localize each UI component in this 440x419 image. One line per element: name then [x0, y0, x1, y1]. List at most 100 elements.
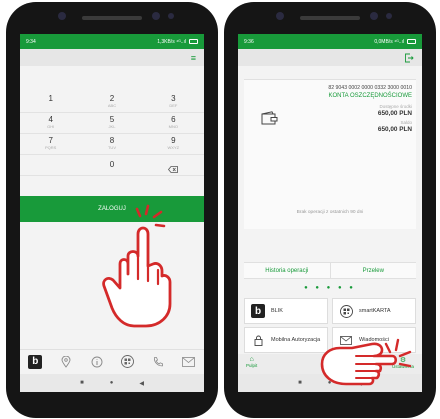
system-navigation: ■ ● ◀ [238, 374, 422, 392]
available-funds-label: Dostępne środki [379, 104, 412, 109]
nav-settings[interactable]: ⚙ Ustawienia [392, 356, 414, 369]
info-icon[interactable] [89, 354, 105, 370]
logout-icon[interactable] [404, 53, 414, 63]
key-letters: TUV [107, 145, 116, 150]
tile-label: Mobilna Autoryzacja [271, 337, 321, 343]
key-letters: GHI [47, 124, 55, 129]
key-digit: 8 [109, 136, 115, 145]
key-2[interactable]: 2 ABC [81, 92, 142, 112]
key-digit: 9 [171, 136, 176, 145]
key-0[interactable]: 0 [81, 155, 142, 175]
nav-label: Ustawienia [391, 364, 414, 369]
key-8[interactable]: 8 TUV [81, 134, 142, 154]
status-bar: 9:34 1,3KB/s ⁴ᴳ..ıl [20, 34, 204, 49]
status-time: 9:34 [26, 38, 36, 45]
account-actions: Historia operacji Przelew [244, 262, 416, 279]
key-5[interactable]: 5 JKL [81, 113, 142, 133]
front-camera [276, 12, 284, 20]
login-button[interactable]: ZALOGUJ [20, 196, 204, 222]
key-digit: 0 [109, 160, 115, 169]
keypad-row: 1 2 ABC 3 DEF [20, 92, 204, 113]
key-6[interactable]: 6 MNO [143, 113, 204, 133]
key-digit: 1 [48, 94, 53, 103]
key-digit: 6 [171, 115, 176, 124]
key-1[interactable]: 1 [20, 92, 81, 112]
key-digit: 4 [48, 115, 53, 124]
menu-icon[interactable]: ≡ [191, 53, 196, 63]
key-letters: WXYZ [167, 145, 180, 150]
key-digit: 3 [171, 94, 176, 103]
recent-apps-icon[interactable]: ■ [80, 380, 84, 386]
recent-apps-icon[interactable]: ■ [298, 380, 302, 386]
keypad-row: 0 [20, 155, 204, 176]
earpiece [300, 16, 360, 20]
sensor [386, 13, 392, 19]
system-navigation: ■ ● ◀ [20, 374, 204, 392]
nav-home[interactable]: ⌂ Pulpit [246, 356, 257, 368]
blik-tile[interactable]: b BLIK [244, 298, 328, 324]
earpiece [82, 16, 142, 20]
no-operations-text: Brak operacji z ostatnich 90 dni [296, 210, 364, 215]
tile-label: BLIK [271, 308, 283, 314]
qr-icon[interactable] [119, 354, 135, 370]
network-status: 1,3KB/s ⁴ᴳ..ıl [157, 38, 186, 45]
home-icon[interactable]: ● [328, 380, 332, 386]
pager-dots: ● ● ● ● ● [304, 285, 356, 291]
wallet-icon [261, 111, 278, 125]
gear-icon: ⚙ [399, 357, 407, 364]
blik-icon[interactable]: b [27, 354, 43, 370]
location-icon[interactable] [58, 354, 74, 370]
sensor [152, 12, 160, 20]
tab-transfer[interactable]: Przelew [329, 263, 417, 278]
key-3[interactable]: 3 DEF [143, 92, 204, 112]
account-name: KONTA OSZCZĘDNOŚCIOWE [328, 93, 412, 99]
login-screen: 9:34 1,3KB/s ⁴ᴳ..ıl ≡ 1 2 ABC 3 DEF 4 GHI 5… [20, 34, 204, 392]
mail-icon [339, 333, 353, 347]
key-letters: ABC [107, 103, 117, 108]
keypad-row: 4 GHI 5 JKL 6 MNO [20, 113, 204, 134]
backspace-button[interactable] [143, 155, 204, 175]
tile-label: Wiadomości [359, 337, 389, 343]
qr-icon [339, 304, 353, 318]
mobile-auth-tile[interactable]: Mobilna Autoryzacja [244, 327, 328, 353]
back-icon[interactable]: ◀ [357, 380, 362, 387]
status-time: 9:36 [244, 38, 254, 45]
key-letters: MNO [168, 124, 178, 129]
pin-keypad: 1 2 ABC 3 DEF 4 GHI 5 JKL 6 MNO 7 PQRS 8 TUV 9W… [20, 92, 204, 176]
back-icon[interactable]: ◀ [139, 380, 144, 387]
account-number: 82 9043 0002 0000 0332 3000 0010 [328, 85, 412, 91]
battery-icon [189, 39, 198, 44]
dashboard-screen: 9:36 0,0MB/s ⁴ᴳ..ıl 82 9043 0002 0000 03… [238, 34, 422, 392]
account-card[interactable]: 82 9043 0002 0000 0332 3000 0010 KONTA O… [244, 79, 416, 229]
mail-icon[interactable] [181, 354, 197, 370]
phone-icon[interactable] [150, 354, 166, 370]
key-9[interactable]: 9 WXYZ [143, 134, 204, 154]
key-digit: 7 [48, 136, 53, 145]
key-7[interactable]: 7 PQRS [20, 134, 81, 154]
key-letters: PQRS [44, 145, 57, 150]
smartkarta-tile[interactable]: smartKARTA [332, 298, 416, 324]
nav-label: Pulpit [246, 363, 258, 368]
tap-hand-illustration [102, 204, 172, 328]
app-topbar: ≡ [20, 49, 204, 66]
key-letters: JKL [108, 124, 116, 129]
key-digit: 2 [109, 94, 115, 103]
battery-icon [407, 39, 416, 44]
phone-right: 9:36 0,0MB/s ⁴ᴳ..ıl 82 9043 0002 0000 03… [224, 2, 436, 418]
status-bar: 9:36 0,0MB/s ⁴ᴳ..ıl [238, 34, 422, 49]
sensor [370, 12, 378, 20]
home-icon[interactable]: ● [110, 380, 114, 386]
front-camera [58, 12, 66, 20]
home-icon: ⌂ [249, 356, 254, 363]
phone-left: 9:34 1,3KB/s ⁴ᴳ..ıl ≡ 1 2 ABC 3 DEF 4 GHI 5… [6, 2, 218, 418]
lock-icon [251, 333, 265, 347]
keypad-row: 7 PQRS 8 TUV 9 WXYZ [20, 134, 204, 155]
key-4[interactable]: 4 GHI [20, 113, 81, 133]
network-status: 0,0MB/s ⁴ᴳ..ıl [374, 38, 404, 45]
tab-history[interactable]: Historia operacji [244, 263, 330, 278]
balance-value: 650,00 PLN [377, 126, 412, 133]
messages-tile[interactable]: Wiadomości [332, 327, 416, 353]
bottom-toolbar: b [20, 349, 204, 373]
sensor [168, 13, 174, 19]
available-funds-value: 650,00 PLN [377, 110, 412, 117]
